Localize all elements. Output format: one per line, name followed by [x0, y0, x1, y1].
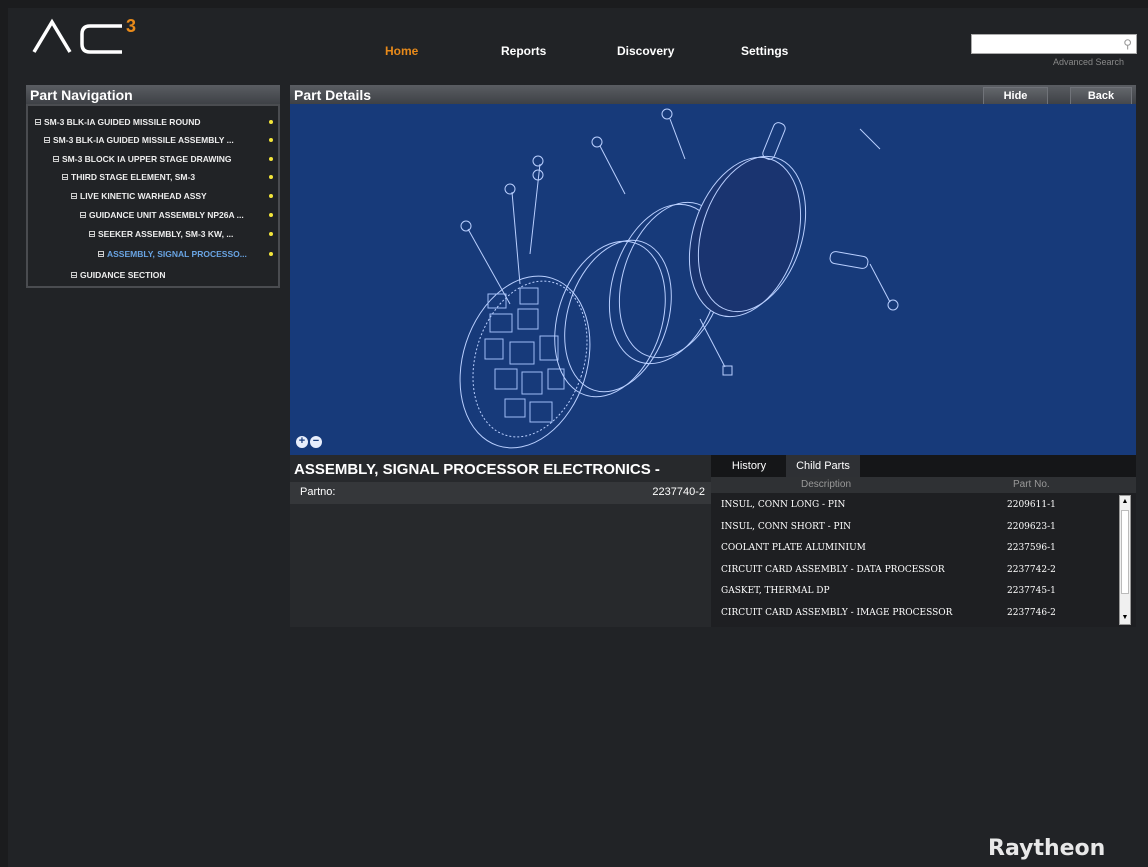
collapse-icon[interactable] [71, 272, 77, 278]
partno-value: 2237740-2 [652, 486, 705, 498]
child-parts-table: Description Part No. INSUL, CONN LONG - … [711, 477, 1136, 627]
down-arrow-icon[interactable]: ▼ [1121, 612, 1129, 624]
search-icon[interactable]: ⚲ [1123, 37, 1132, 51]
zoom-out-icon[interactable]: − [310, 436, 322, 448]
tree-item[interactable]: LIVE KINETIC WARHEAD ASSY [71, 187, 207, 205]
table-row[interactable]: GASKET, THERMAL IP2237749-1 [711, 625, 1119, 627]
table-header: Description Part No. [711, 477, 1136, 493]
status-dot [269, 194, 273, 198]
column-header-part-no[interactable]: Part No. [1013, 479, 1050, 490]
tree-item[interactable]: GUIDANCE UNIT ASSEMBLY NP26A ... [80, 206, 244, 224]
part-no-cell: 2237745-1 [1007, 586, 1056, 596]
collapse-icon[interactable] [89, 231, 95, 237]
exploded-assembly-drawing [459, 108, 899, 449]
description-cell: CIRCUIT CARD ASSEMBLY - IMAGE PROCESSOR [721, 607, 953, 618]
tree-item[interactable]: SM-3 BLK-IA GUIDED MISSILE ASSEMBLY ... [44, 131, 234, 149]
part-info-panel: ASSEMBLY, SIGNAL PROCESSOR ELECTRONICS -… [290, 455, 711, 627]
collapse-icon[interactable] [80, 212, 86, 218]
back-button[interactable]: Back [1070, 87, 1132, 105]
tree-item[interactable]: SM-3 BLK-IA GUIDED MISSILE ROUND [35, 113, 200, 131]
hide-drawing-button[interactable]: Hide Drawing [983, 87, 1048, 118]
tree-item-label: THIRD STAGE ELEMENT, SM-3 [71, 172, 196, 182]
description-cell: COOLANT PLATE ALUMINIUM [721, 543, 866, 553]
status-dot [269, 213, 273, 217]
scroll-thumb[interactable] [1121, 510, 1129, 594]
zoom-in-icon[interactable]: + [296, 436, 308, 448]
tab-history[interactable]: History [719, 455, 779, 477]
status-dot [269, 138, 273, 142]
part-no-cell: 2209623-1 [1007, 521, 1056, 532]
collapse-icon[interactable] [44, 137, 50, 143]
table-scrollbar[interactable]: ▲ ▼ [1119, 495, 1131, 625]
part-no-cell: 2237596-1 [1007, 543, 1056, 553]
tree-item-label: GUIDANCE UNIT ASSEMBLY NP26A ... [89, 210, 244, 220]
ac3-logo: 3 [32, 16, 136, 54]
tree-item-label: LIVE KINETIC WARHEAD ASSY [80, 191, 207, 201]
status-dot [269, 175, 273, 179]
partno-label: Partno: [300, 486, 336, 498]
details-tabs: History Child Parts [711, 455, 1136, 477]
collapse-icon[interactable] [98, 251, 104, 257]
table-row[interactable]: GASKET, THERMAL DP 2237745-1 [711, 582, 1119, 603]
nav-reports[interactable]: Reports [501, 44, 546, 58]
description-cell: CIRCUIT CARD ASSEMBLY - DATA PROCESSOR [721, 564, 945, 575]
tree-item-label: SM-3 BLOCK IA UPPER STAGE DRAWING [62, 154, 232, 164]
part-drawing-canvas[interactable]: + − [290, 104, 1136, 455]
svg-text:3: 3 [126, 16, 136, 36]
tree-item[interactable]: ASSEMBLY, SIGNAL PROCESSO... [98, 245, 247, 263]
up-arrow-icon[interactable]: ▲ [1121, 496, 1129, 508]
part-name-heading: ASSEMBLY, SIGNAL PROCESSOR ELECTRONICS - [294, 461, 660, 478]
status-dot [269, 157, 273, 161]
tree-item-label: SM-3 BLK-IA GUIDED MISSILE ASSEMBLY ... [53, 135, 234, 145]
tree-item[interactable]: SEEKER ASSEMBLY, SM-3 KW, ... [89, 225, 233, 243]
part-navigation-title: Part Navigation [26, 85, 280, 104]
description-cell: INSUL, CONN SHORT - PIN [721, 521, 852, 532]
raytheon-logo: Raytheon [988, 836, 1106, 861]
nav-discovery[interactable]: Discovery [617, 44, 674, 58]
collapse-icon[interactable] [53, 156, 59, 162]
collapse-icon[interactable] [71, 193, 77, 199]
table-row[interactable]: COOLANT PLATE ALUMINIUM 2237596-1 [711, 539, 1119, 560]
table-row[interactable]: CIRCUIT CARD ASSEMBLY - DATA PROCESSOR 22… [711, 561, 1119, 582]
column-header-description[interactable]: Description [801, 479, 851, 490]
table-row[interactable]: INSUL, CONN SHORT - PIN 2209623-1 [711, 518, 1119, 539]
collapse-icon[interactable] [35, 119, 41, 125]
tree-item-label: SEEKER ASSEMBLY, SM-3 KW, ... [98, 229, 234, 239]
tree-item[interactable]: SM-3 BLOCK IA UPPER STAGE DRAWING [53, 150, 232, 168]
search-input[interactable]: ⚲ [971, 34, 1137, 54]
table-row[interactable]: INSUL, CONN LONG - PIN 2209611-1 [711, 496, 1119, 517]
nav-settings[interactable]: Settings [741, 44, 788, 58]
collapse-icon[interactable] [62, 174, 68, 180]
status-dot [269, 120, 273, 124]
tree-item-label: SM-3 BLK-IA GUIDED MISSILE ROUND [44, 117, 201, 127]
description-cell: INSUL, CONN LONG - PIN [721, 500, 846, 510]
part-no-cell: 2237742-2 [1007, 564, 1056, 575]
table-row[interactable]: CIRCUIT CARD ASSEMBLY - IMAGE PROCESSOR 2… [711, 604, 1119, 625]
nav-home[interactable]: Home [385, 44, 418, 58]
part-no-cell: 2209611-1 [1007, 500, 1056, 510]
status-dot [269, 232, 273, 236]
partno-row: Partno: 2237740-2 [290, 482, 711, 504]
tree-item-label: GUIDANCE SECTION [80, 270, 166, 280]
status-dot [269, 252, 273, 256]
description-cell: GASKET, THERMAL DP [721, 586, 830, 596]
advanced-search-link[interactable]: Advanced Search [1053, 57, 1124, 67]
tree-item-label: ASSEMBLY, SIGNAL PROCESSO... [107, 249, 247, 259]
tree-item[interactable]: THIRD STAGE ELEMENT, SM-3 [62, 168, 195, 186]
tab-child-parts[interactable]: Child Parts [786, 455, 860, 477]
tree-item[interactable]: GUIDANCE SECTION [71, 266, 165, 284]
part-no-cell: 2237746-2 [1007, 607, 1056, 618]
